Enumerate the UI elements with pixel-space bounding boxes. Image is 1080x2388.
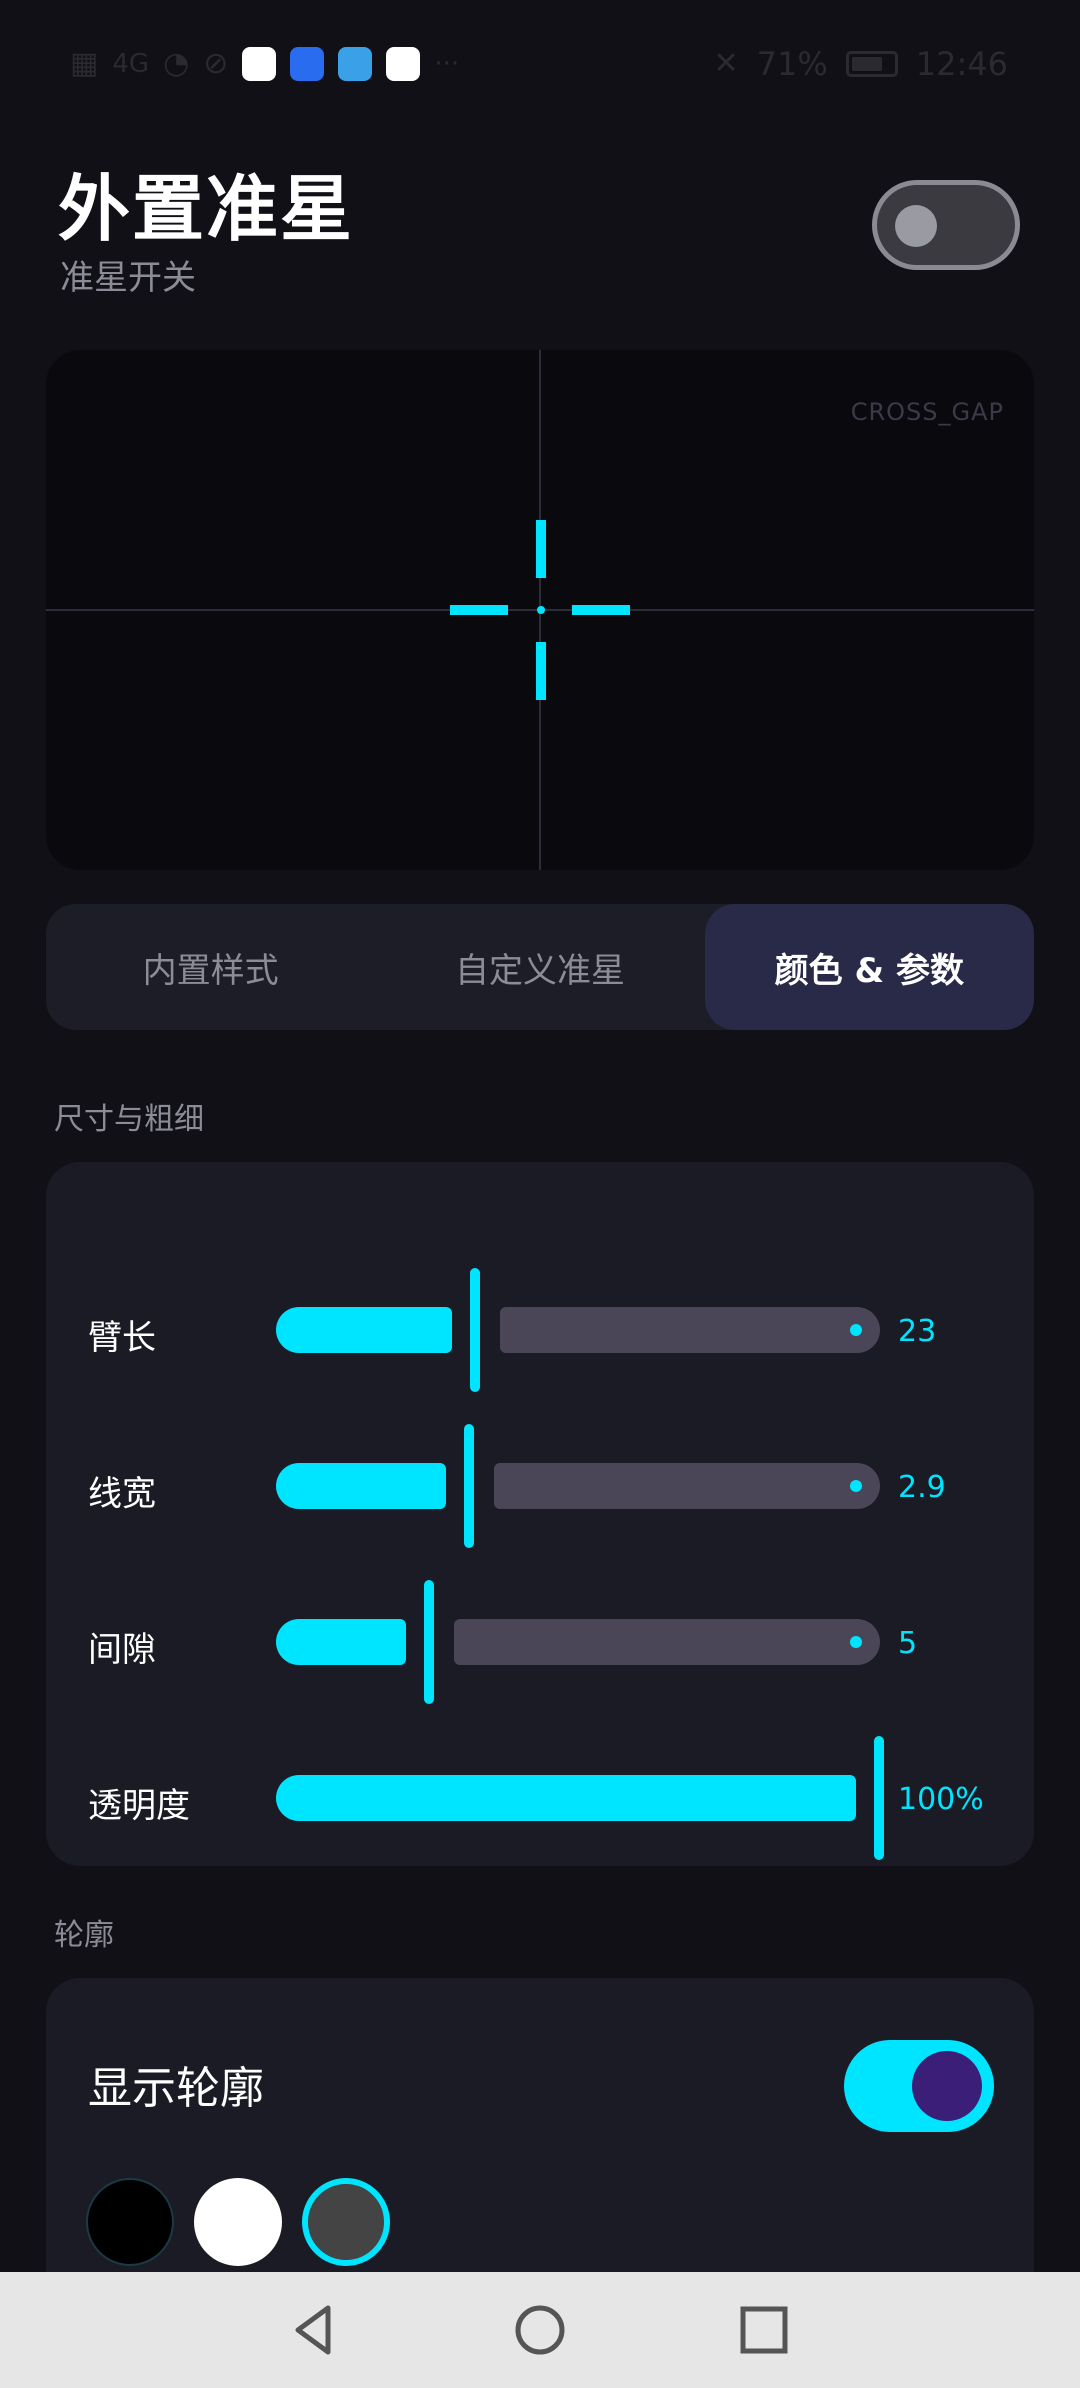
- browser-icon: [386, 47, 421, 81]
- app-store-icon: [290, 47, 325, 81]
- slider-label: 臂长: [88, 1318, 156, 1358]
- battery-percent: 71%: [756, 45, 828, 83]
- qq-icon: [242, 47, 277, 81]
- section-label-outline: 轮廓: [54, 1918, 114, 1953]
- slider-track[interactable]: [500, 1307, 880, 1353]
- slider-end-dot: [850, 1480, 862, 1492]
- crosshair-center-dot: [537, 606, 545, 614]
- slider-end-dot: [850, 1324, 862, 1336]
- crosshair-arm-right: [572, 605, 630, 615]
- slider-fill: [276, 1307, 452, 1353]
- crosshair-arm-bottom: [536, 642, 546, 700]
- network-icon: ▦: [70, 46, 99, 81]
- slider-thumb[interactable]: [424, 1580, 434, 1704]
- battery-icon: [845, 51, 898, 77]
- clock: 12:46: [915, 45, 1008, 83]
- crosshair-arm-top: [536, 520, 546, 578]
- slider-thumb[interactable]: [874, 1736, 884, 1860]
- book-icon: [338, 47, 373, 81]
- slider-fill: [276, 1463, 446, 1509]
- signal-text: 4G: [112, 49, 150, 79]
- slider-line-width[interactable]: 线宽 2.9: [46, 1424, 1034, 1548]
- slider-value: 100%: [898, 1782, 984, 1817]
- slider-fill: [276, 1775, 856, 1821]
- tab-bar: 内置样式 自定义准星 颜色 & 参数: [46, 904, 1034, 1030]
- crosshair-arm-left: [450, 605, 508, 615]
- swatch-gray-selected[interactable]: [302, 2178, 390, 2266]
- status-bar: ▦ 4G ◔ ⊘ ··· ✕ 71% 12:46: [0, 0, 1080, 130]
- tab-custom-crosshair[interactable]: 自定义准星: [375, 904, 704, 1030]
- slider-label: 线宽: [88, 1474, 156, 1514]
- page-subtitle: 准星开关: [60, 258, 196, 298]
- back-icon[interactable]: [284, 2300, 344, 2360]
- slider-label: 间隙: [88, 1630, 156, 1670]
- mute-icon: ✕: [713, 46, 739, 81]
- recents-icon[interactable]: [734, 2300, 794, 2360]
- slider-end-dot: [850, 1636, 862, 1648]
- crosshair-toggle[interactable]: [872, 180, 1020, 270]
- slider-thumb[interactable]: [464, 1424, 474, 1548]
- swatch-white[interactable]: [194, 2178, 282, 2266]
- slider-thumb[interactable]: [470, 1268, 480, 1392]
- crosshair-preview: CROSS_GAP: [46, 350, 1034, 870]
- toggle-knob: [895, 205, 937, 247]
- swatch-black[interactable]: [86, 2178, 174, 2266]
- size-card: 臂长 23 线宽 2.9 间隙 5 透明度 100%: [46, 1162, 1034, 1866]
- slider-label: 透明度: [88, 1786, 190, 1826]
- slider-value: 23: [898, 1314, 937, 1349]
- sync-icon: ⊘: [203, 46, 229, 81]
- status-bar-left: ▦ 4G ◔ ⊘ ···: [70, 44, 459, 84]
- system-nav-bar: [0, 2272, 1080, 2388]
- tab-color-params[interactable]: 颜色 & 参数: [704, 904, 1034, 1030]
- slider-track[interactable]: [454, 1619, 880, 1665]
- slider-value: 2.9: [898, 1470, 946, 1505]
- slider-fill: [276, 1619, 406, 1665]
- slider-gap[interactable]: 间隙 5: [46, 1580, 1034, 1704]
- more-notifications-icon: ···: [434, 49, 460, 79]
- app-screen: ▦ 4G ◔ ⊘ ··· ✕ 71% 12:46 外置准星 准星开关 CROSS…: [0, 0, 1080, 2388]
- toggle-knob: [912, 2051, 982, 2121]
- slider-opacity[interactable]: 透明度 100%: [46, 1736, 1034, 1860]
- slider-track[interactable]: [494, 1463, 880, 1509]
- outline-toggle[interactable]: [844, 2040, 994, 2132]
- tab-builtin-styles[interactable]: 内置样式: [46, 904, 375, 1030]
- preview-mode-label: CROSS_GAP: [850, 398, 1004, 426]
- wifi-icon: ◔: [163, 46, 190, 81]
- status-bar-right: ✕ 71% 12:46: [714, 44, 1008, 84]
- slider-value: 5: [898, 1626, 918, 1661]
- page-title: 外置准星: [58, 167, 355, 251]
- slider-arm-length[interactable]: 臂长 23: [46, 1268, 1034, 1392]
- section-label-size: 尺寸与粗细: [54, 1102, 204, 1137]
- home-icon[interactable]: [510, 2300, 570, 2360]
- show-outline-label: 显示轮廓: [88, 2063, 264, 2114]
